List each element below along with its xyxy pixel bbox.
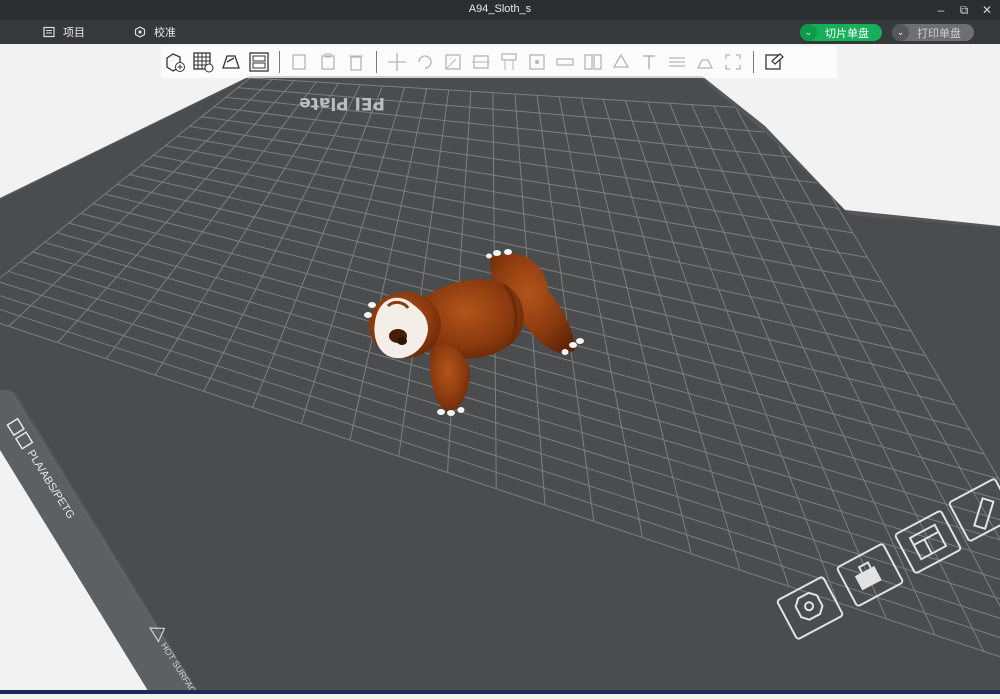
main-toolbar	[161, 46, 837, 78]
restore-icon[interactable]: ⧉	[953, 0, 975, 20]
paste-icon[interactable]	[317, 51, 339, 73]
support-icon[interactable]	[498, 51, 520, 73]
calibration-icon	[134, 26, 146, 38]
3d-viewport[interactable]: PLA/ABS/PETG HOT SURFACE PEI Plate	[0, 44, 1000, 694]
plate-brand-text: PEI Plate	[299, 93, 385, 113]
taskbar-strip	[0, 690, 1000, 694]
build-plate-scene: PLA/ABS/PETG HOT SURFACE PEI Plate	[0, 44, 1000, 694]
add-object-icon[interactable]	[164, 51, 186, 73]
print-plate-label: 打印单盘	[917, 25, 961, 41]
slice-plate-label: 切片单盘	[825, 25, 869, 41]
split-icon[interactable]	[582, 51, 604, 73]
menu-item-calibration-label: 校准	[154, 24, 176, 40]
toolbar-divider	[279, 51, 280, 73]
menu-bar: 项目 校准 ⌄ 切片单盘 ⌄ 打印单盘	[0, 20, 1000, 44]
bed-grid	[0, 44, 1000, 694]
assembly-icon[interactable]	[610, 51, 632, 73]
settings-icon[interactable]	[763, 51, 785, 73]
slice-plate-button[interactable]: ⌄ 切片单盘	[800, 24, 882, 41]
scale-icon[interactable]	[442, 51, 464, 73]
measure-icon[interactable]	[554, 51, 576, 73]
arrange-grid-icon[interactable]	[192, 51, 214, 73]
fit-bounds-icon[interactable]	[722, 51, 744, 73]
variable-layer-icon[interactable]	[666, 51, 688, 73]
cut-icon[interactable]	[470, 51, 492, 73]
menu-item-calibration[interactable]: 校准	[134, 20, 176, 44]
text-icon[interactable]	[638, 51, 660, 73]
print-plate-button[interactable]: ⌄ 打印单盘	[892, 24, 974, 41]
chevron-down-icon[interactable]: ⌄	[892, 24, 909, 41]
chevron-down-icon[interactable]: ⌄	[800, 24, 817, 41]
copy-icon[interactable]	[289, 51, 311, 73]
title-bar: A94_Sloth_s – ⧉ ✕	[0, 0, 1000, 20]
window-title: A94_Sloth_s	[0, 3, 1000, 15]
move-icon[interactable]	[386, 51, 408, 73]
menu-item-project[interactable]: 项目	[43, 20, 85, 44]
toolbar-divider	[376, 51, 377, 73]
seam-icon[interactable]	[526, 51, 548, 73]
project-icon	[43, 26, 55, 38]
toolbar-divider	[753, 51, 754, 73]
minimize-icon[interactable]: –	[930, 0, 952, 20]
auto-orient-icon[interactable]	[220, 51, 242, 73]
rotate-icon[interactable]	[414, 51, 436, 73]
menu-item-project-label: 项目	[63, 24, 85, 40]
flatten-icon[interactable]	[694, 51, 716, 73]
close-icon[interactable]: ✕	[976, 0, 998, 20]
layout-icon[interactable]	[248, 51, 270, 73]
delete-icon[interactable]	[345, 51, 367, 73]
